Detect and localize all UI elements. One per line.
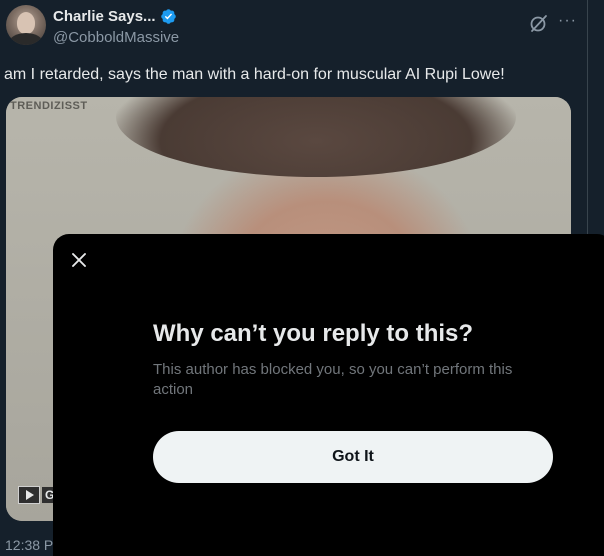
author-display-name[interactable]: Charlie Says...	[53, 8, 156, 25]
tweet-timestamp[interactable]: 12:38 P	[5, 537, 53, 553]
tweet-text: am I retarded, says the man with a hard-…	[4, 66, 505, 83]
close-icon	[71, 252, 87, 273]
play-icon[interactable]	[18, 486, 40, 504]
close-button[interactable]	[67, 250, 91, 274]
tweet-header: Charlie Says... @CobboldMassive ···	[6, 5, 586, 49]
reply-restriction-modal: Why can’t you reply to this? This author…	[53, 234, 604, 556]
modal-title: Why can’t you reply to this?	[153, 320, 474, 347]
grok-icon[interactable]	[529, 13, 549, 33]
more-options-icon[interactable]: ···	[558, 13, 577, 29]
author-name-row: Charlie Says...	[53, 8, 177, 25]
verified-icon	[160, 8, 177, 25]
avatar[interactable]	[6, 5, 46, 45]
author-handle[interactable]: @CobboldMassive	[53, 29, 179, 46]
media-watermark: TRENDIZISST	[10, 100, 88, 112]
modal-body: This author has blocked you, so you can’…	[153, 361, 513, 398]
got-it-button[interactable]: Got It	[153, 431, 553, 483]
